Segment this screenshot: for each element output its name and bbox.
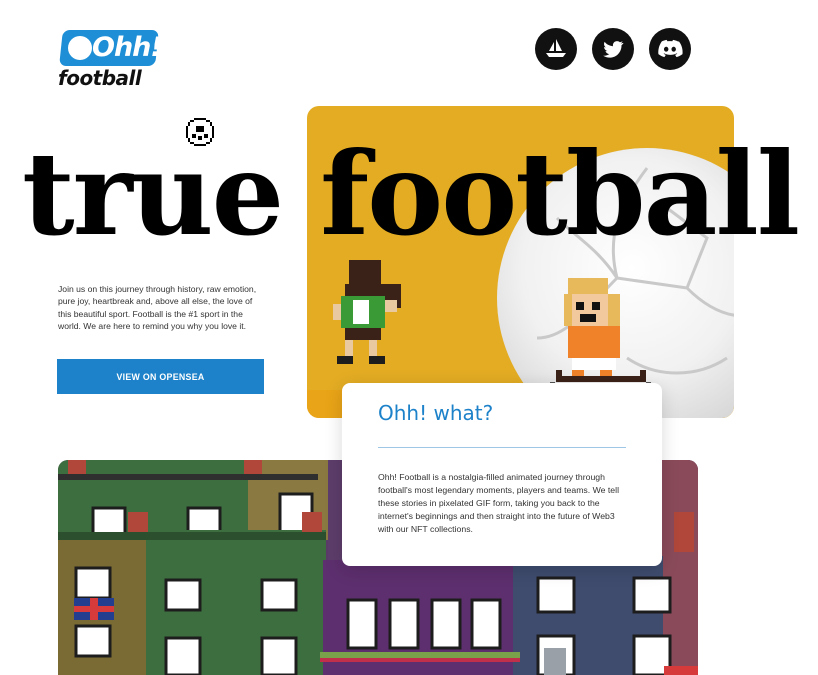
about-body: Ohh! Football is a nostalgia-filled anim… — [378, 472, 619, 535]
about-divider — [378, 447, 626, 448]
pixel-player-green — [333, 260, 401, 364]
headline-word-2: football — [320, 127, 800, 261]
twitter-button[interactable] — [592, 28, 634, 70]
intro-text: Join us on this journey through history,… — [58, 284, 257, 332]
about-title: Ohh! what? — [378, 401, 494, 425]
discord-icon — [658, 39, 683, 58]
opensea-button[interactable] — [535, 28, 577, 70]
logo[interactable]: Ohh! football — [58, 30, 163, 92]
twitter-icon — [603, 41, 624, 58]
logo-top-text: Ohh! — [92, 32, 163, 63]
view-on-opensea-button[interactable]: VIEW ON OPENSEA — [57, 359, 264, 394]
discord-button[interactable] — [649, 28, 691, 70]
about-card: Ohh! what? Ohh! Football is a nostalgia-… — [342, 383, 662, 566]
logo-ball-icon — [68, 36, 92, 60]
opensea-icon — [546, 39, 566, 57]
headline-word-1: true — [22, 127, 284, 261]
page-headline: true football — [22, 131, 818, 257]
social-links — [535, 28, 691, 70]
logo-bottom-text: football — [58, 66, 142, 90]
